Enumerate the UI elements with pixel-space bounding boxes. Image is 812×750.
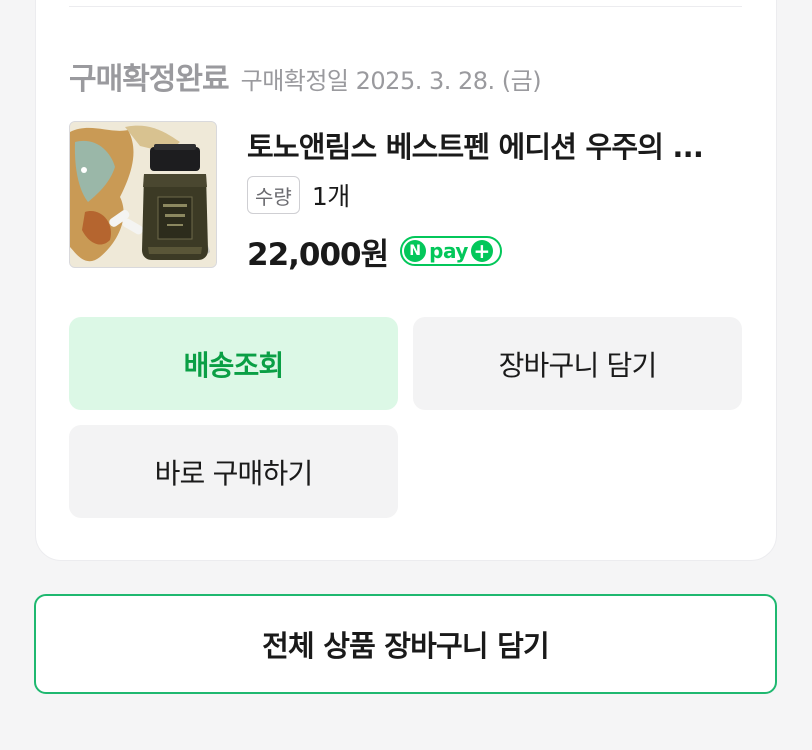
npay-n-icon: N [404, 240, 427, 262]
npay-text: pay [429, 239, 468, 263]
buy-now-button[interactable]: 바로 구매하기 [69, 425, 398, 518]
confirm-date: 구매확정일 2025. 3. 28. (금) [240, 67, 542, 95]
quantity-label: 수량 [247, 176, 300, 214]
track-delivery-button[interactable]: 배송조회 [69, 317, 398, 410]
order-status-row: 구매확정완료 구매확정일 2025. 3. 28. (금) [69, 54, 542, 97]
quantity-value: 1개 [311, 182, 350, 211]
add-all-to-cart-button[interactable]: 전체 상품 장바구니 담기 [34, 594, 777, 694]
quantity-row: 수량 1개 [247, 176, 350, 214]
product-thumbnail[interactable] [69, 121, 217, 268]
npay-plus-badge: N pay + [400, 236, 503, 266]
divider [69, 6, 742, 7]
product-price: 22,000원 [247, 236, 389, 273]
price-row: 22,000원 N pay + [247, 228, 503, 274]
add-to-cart-button[interactable]: 장바구니 담기 [413, 317, 742, 410]
ink-bottle-thumbnail [70, 122, 216, 267]
product-title[interactable]: 토노앤림스 베스트펜 에디션 우주의 ... [247, 124, 737, 166]
plus-icon: + [470, 240, 493, 262]
order-status: 구매확정완료 [69, 62, 230, 97]
